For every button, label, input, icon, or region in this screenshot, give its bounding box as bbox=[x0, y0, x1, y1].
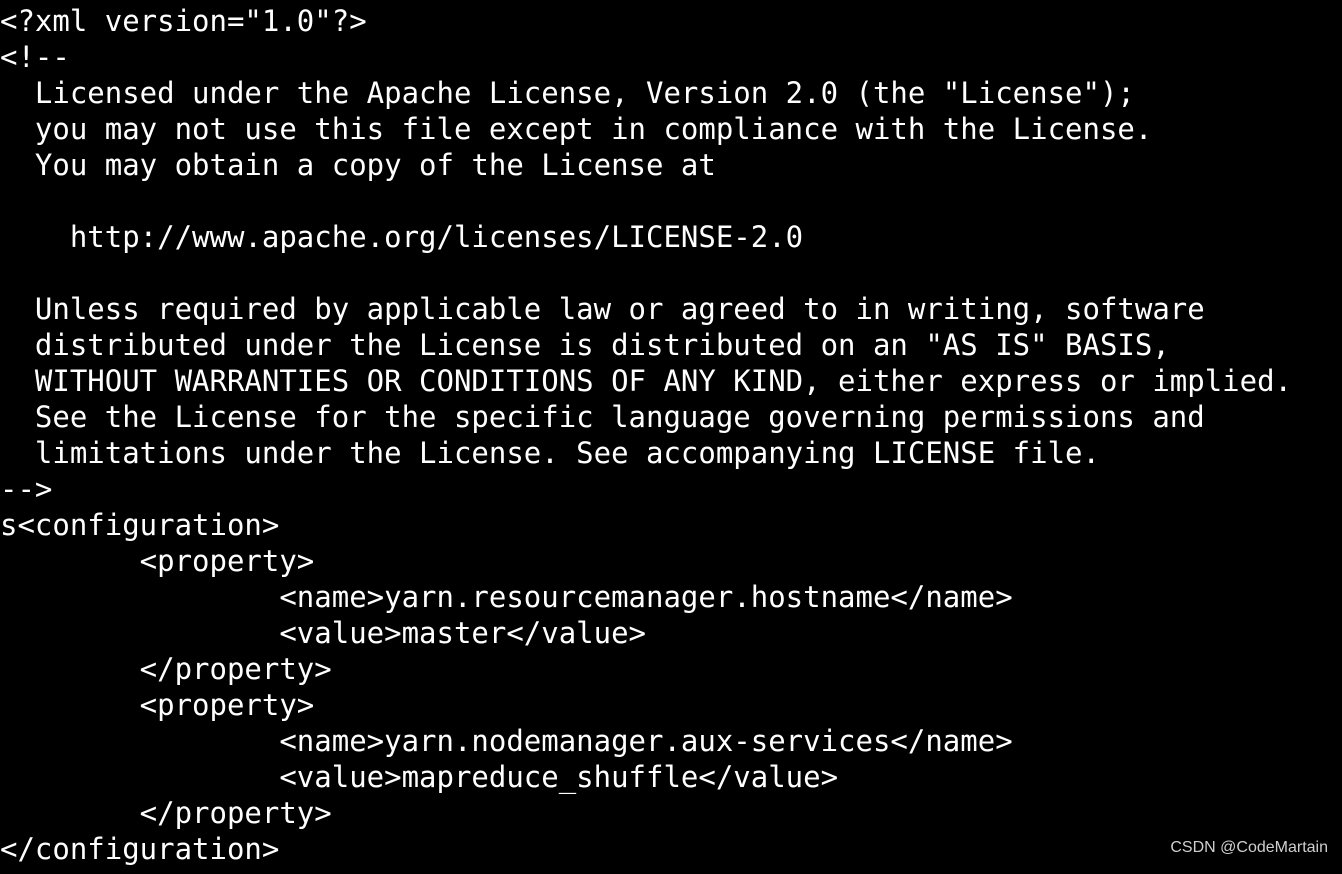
property-name-line: <name>yarn.nodemanager.aux-services</nam… bbox=[0, 724, 1013, 758]
license-line: distributed under the License is distrib… bbox=[0, 328, 1170, 362]
comment-close-line: --> bbox=[0, 472, 53, 506]
property-open-line: <property> bbox=[0, 688, 315, 722]
xml-declaration-line: <?xml version="1.0"?> bbox=[0, 4, 367, 38]
license-line: WITHOUT WARRANTIES OR CONDITIONS OF ANY … bbox=[0, 364, 1293, 398]
property-close-line: </property> bbox=[0, 652, 332, 686]
property-value-line: <value>mapreduce_shuffle</value> bbox=[0, 760, 839, 794]
property-open-line: <property> bbox=[0, 544, 315, 578]
property-close-line: </property> bbox=[0, 796, 332, 830]
license-line: limitations under the License. See accom… bbox=[0, 436, 1100, 470]
csdn-watermark: CSDN @CodeMartain bbox=[1170, 839, 1328, 856]
property-value-line: <value>master</value> bbox=[0, 616, 647, 650]
license-line: you may not use this file except in comp… bbox=[0, 112, 1153, 146]
property-name-line: <name>yarn.resourcemanager.hostname</nam… bbox=[0, 580, 1013, 614]
license-line: You may obtain a copy of the License at bbox=[0, 148, 716, 182]
license-line: Licensed under the Apache License, Versi… bbox=[0, 76, 1135, 110]
license-url-line: http://www.apache.org/licenses/LICENSE-2… bbox=[0, 220, 804, 254]
license-line: See the License for the specific languag… bbox=[0, 400, 1205, 434]
license-line: Unless required by applicable law or agr… bbox=[0, 292, 1205, 326]
terminal-window[interactable]: <?xml version="1.0"?> <!-- Licensed unde… bbox=[0, 0, 1342, 874]
configuration-close-line: </configuration> bbox=[0, 832, 280, 866]
comment-open-line: <!-- bbox=[0, 40, 70, 74]
configuration-open-line: s<configuration> bbox=[0, 508, 280, 542]
